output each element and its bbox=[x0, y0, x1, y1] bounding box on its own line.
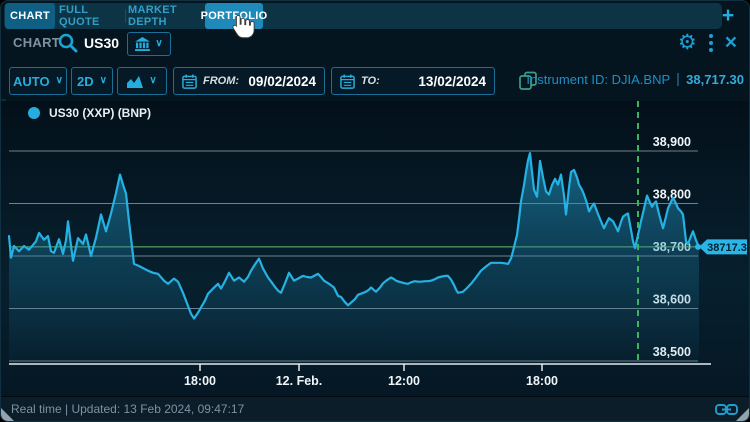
to-label: TO: bbox=[361, 75, 380, 87]
tab-full-quote[interactable]: FULL QUOTE bbox=[59, 3, 123, 29]
series-area bbox=[9, 153, 699, 363]
divider bbox=[677, 73, 679, 86]
y-axis-label: 38,900 bbox=[653, 135, 691, 149]
trading-widget-window: CHART FULL QUOTE MARKET DEPTH PORTFOLIO … bbox=[0, 0, 750, 422]
interval-dropdown[interactable]: 2D ∨ bbox=[71, 67, 113, 95]
x-axis-label: 18:00 bbox=[526, 374, 558, 388]
chevron-down-icon: ∨ bbox=[155, 39, 162, 49]
symbol-value: US30 bbox=[84, 35, 119, 51]
bank-icon bbox=[135, 37, 150, 51]
interval-label: 2D bbox=[77, 74, 94, 89]
x-axis-label: 12:00 bbox=[388, 374, 420, 388]
header-icons: ⚙ × bbox=[678, 32, 737, 53]
chart-legend: US30 (XXP) (BNP) bbox=[28, 106, 151, 120]
tab-bar: CHART FULL QUOTE MARKET DEPTH PORTFOLIO bbox=[4, 3, 722, 29]
chevron-down-icon: ∨ bbox=[149, 76, 156, 86]
add-tab-button[interactable]: + bbox=[717, 3, 739, 29]
panel-title: CHART bbox=[13, 35, 60, 50]
tab-market-depth[interactable]: MARKET DEPTH bbox=[128, 3, 202, 29]
symbol-search[interactable]: US30 bbox=[57, 32, 119, 54]
chevron-down-icon: ∨ bbox=[100, 76, 107, 86]
instrument-id: Instrument ID: DJIA.BNP bbox=[526, 72, 670, 87]
from-label: FROM: bbox=[203, 75, 239, 87]
auto-scale-label: AUTO bbox=[13, 74, 50, 89]
legend-color-dot bbox=[28, 107, 40, 119]
tab-chart[interactable]: CHART bbox=[5, 3, 55, 29]
instrument-price: 38,717.30 bbox=[686, 72, 744, 87]
kebab-menu-icon[interactable] bbox=[709, 34, 713, 52]
resize-handle-right[interactable] bbox=[736, 408, 749, 421]
calendar-icon bbox=[182, 74, 197, 89]
price-chart: 38,90038,80038,70038,60038,50018:0012. F… bbox=[1, 101, 750, 398]
close-icon[interactable]: × bbox=[725, 32, 737, 53]
x-axis-label: 12. Feb. bbox=[276, 374, 323, 388]
area-chart-icon bbox=[127, 75, 143, 88]
date-from-field[interactable]: FROM: 09/02/2024 bbox=[173, 67, 325, 95]
chart-type-dropdown[interactable]: ∨ bbox=[117, 67, 167, 95]
legend-series-label: US30 (XXP) (BNP) bbox=[49, 106, 151, 120]
tab-portfolio[interactable]: PORTFOLIO bbox=[205, 3, 263, 29]
price-badge-label: 38717.3 bbox=[707, 242, 747, 254]
gear-icon[interactable]: ⚙ bbox=[678, 32, 697, 53]
exchange-dropdown[interactable]: ∨ bbox=[127, 32, 171, 56]
date-to-field[interactable]: TO: 13/02/2024 bbox=[331, 67, 495, 95]
status-message: Real time | Updated: 13 Feb 2024, 09:47:… bbox=[11, 402, 244, 416]
calendar-icon bbox=[340, 74, 355, 89]
resize-handle-left[interactable] bbox=[1, 408, 14, 421]
auto-scale-dropdown[interactable]: AUTO ∨ bbox=[9, 67, 67, 95]
x-axis-label: 18:00 bbox=[184, 374, 216, 388]
chevron-down-icon: ∨ bbox=[56, 76, 63, 86]
link-icon[interactable] bbox=[715, 402, 738, 417]
to-value: 13/02/2024 bbox=[418, 74, 486, 89]
search-icon[interactable] bbox=[57, 32, 79, 54]
tab-separator bbox=[125, 9, 126, 23]
from-value: 09/02/2024 bbox=[248, 74, 316, 89]
status-bar: Real time | Updated: 13 Feb 2024, 09:47:… bbox=[1, 396, 750, 421]
instrument-info: Instrument ID: DJIA.BNP 38,717.30 bbox=[526, 72, 744, 87]
